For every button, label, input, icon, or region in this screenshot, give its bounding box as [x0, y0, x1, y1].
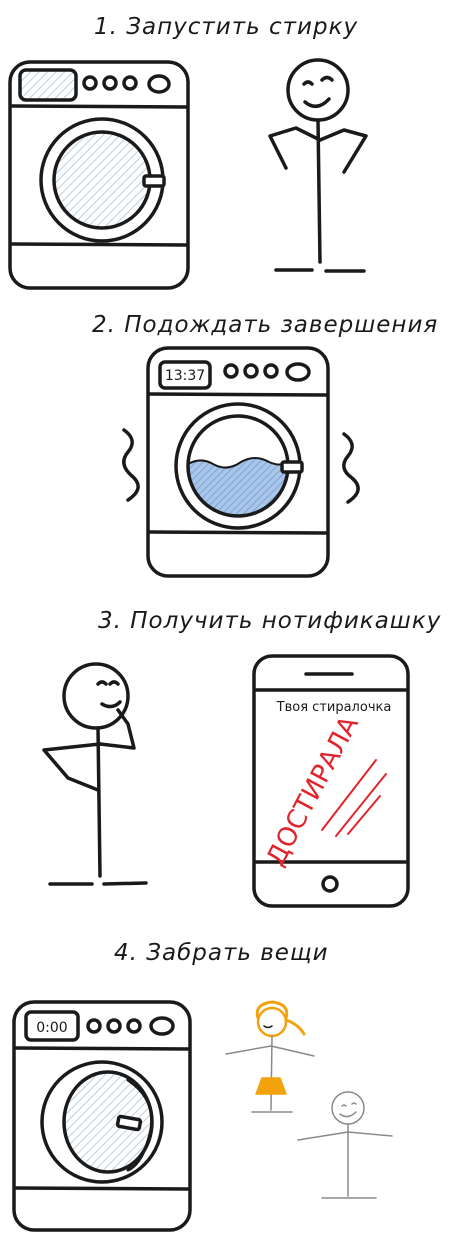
stick-figure-man-thin	[297, 1091, 393, 1199]
stick-figure-man-smiling	[268, 58, 368, 273]
stick-figure-man-thinking	[42, 662, 148, 886]
stick-figure-woman	[225, 1000, 315, 1113]
washing-machine-1	[8, 60, 190, 290]
timer-display-4: 0:00	[36, 1020, 67, 1036]
timer-display-2: 13:37	[165, 368, 205, 384]
comic-illustration: 13:37 Твоя стиралочка ДОСТИРАЛА 0:00	[8, 58, 410, 1232]
phone-notification-header: Твоя стиралочка	[276, 700, 392, 715]
washing-machine-4	[12, 1000, 192, 1232]
phone-notification-message: ДОСТИРАЛА	[261, 711, 365, 871]
